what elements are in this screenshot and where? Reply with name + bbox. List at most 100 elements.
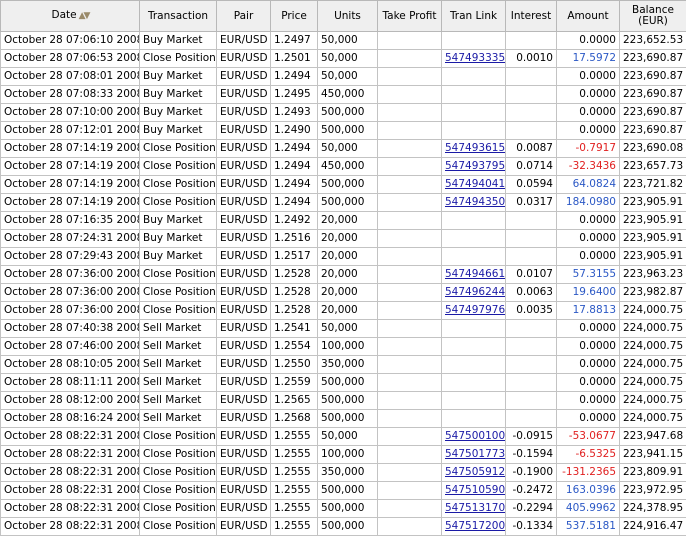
table-row[interactable]: October 28 07:06:53 2008 Close Position EU… bbox=[0, 49, 686, 68]
cell-take-profit bbox=[377, 517, 442, 536]
cell-amount: 163.0396 bbox=[556, 481, 620, 500]
cell-balance: 223,982.87 bbox=[619, 283, 686, 302]
cell-transaction: Close Position bbox=[139, 517, 217, 536]
amount-value: -131.2365 bbox=[562, 466, 616, 478]
table-row[interactable]: October 28 08:11:11 2008 Sell Market EUR/U… bbox=[0, 373, 686, 392]
cell-interest: -0.1594 bbox=[505, 445, 557, 464]
table-row[interactable]: October 28 08:12:00 2008 Sell Market EUR/U… bbox=[0, 391, 686, 410]
table-row[interactable]: October 28 07:08:01 2008 Buy Market EUR/US… bbox=[0, 67, 686, 86]
tran-link[interactable]: 547493795 bbox=[445, 160, 505, 172]
amount-value: 0.0000 bbox=[579, 232, 616, 244]
cell-price: 1.2497 bbox=[270, 31, 318, 50]
table-row[interactable]: October 28 07:29:43 2008 Buy Market EUR/US… bbox=[0, 247, 686, 266]
table-row[interactable]: October 28 08:22:31 2008 Close Position EU… bbox=[0, 463, 686, 482]
table-row[interactable]: October 28 07:14:19 2008 Close Position EU… bbox=[0, 193, 686, 212]
cell-transaction: Close Position bbox=[139, 427, 217, 446]
cell-take-profit bbox=[377, 409, 442, 428]
table-row[interactable]: October 28 08:22:31 2008 Close Position EU… bbox=[0, 445, 686, 464]
table-row[interactable]: October 28 08:22:31 2008 Close Position EU… bbox=[0, 427, 686, 446]
amount-value: -32.3436 bbox=[568, 160, 616, 172]
column-header-pair[interactable]: Pair bbox=[216, 0, 271, 32]
column-header-interest[interactable]: Interest bbox=[505, 0, 557, 32]
table-row[interactable]: October 28 07:06:10 2008 Buy Market EUR/US… bbox=[0, 31, 686, 50]
column-header-tran-link[interactable]: Tran Link bbox=[441, 0, 506, 32]
tran-link[interactable]: 547496244 bbox=[445, 286, 505, 298]
tran-link[interactable]: 547493335 bbox=[445, 52, 505, 64]
table-row[interactable]: October 28 07:10:00 2008 Buy Market EUR/US… bbox=[0, 103, 686, 122]
table-row[interactable]: October 28 07:14:19 2008 Close Position EU… bbox=[0, 139, 686, 158]
cell-price: 1.2494 bbox=[270, 157, 318, 176]
tran-link[interactable]: 547494041 bbox=[445, 178, 505, 190]
table-row[interactable]: October 28 07:46:00 2008 Sell Market EUR/U… bbox=[0, 337, 686, 356]
cell-pair: EUR/USD bbox=[216, 499, 271, 518]
cell-balance: 223,652.53 bbox=[619, 31, 686, 50]
cell-take-profit bbox=[377, 301, 442, 320]
tran-link[interactable]: 547500100 bbox=[445, 430, 505, 442]
cell-price: 1.2493 bbox=[270, 103, 318, 122]
cell-take-profit bbox=[377, 175, 442, 194]
table-row[interactable]: October 28 08:22:31 2008 Close Position EU… bbox=[0, 499, 686, 518]
table-row[interactable]: October 28 07:40:38 2008 Sell Market EUR/U… bbox=[0, 319, 686, 338]
cell-units: 500,000 bbox=[317, 103, 378, 122]
table-row[interactable]: October 28 08:10:05 2008 Sell Market EUR/U… bbox=[0, 355, 686, 374]
tran-link[interactable]: 547513170 bbox=[445, 502, 505, 514]
table-row[interactable]: October 28 07:12:01 2008 Buy Market EUR/US… bbox=[0, 121, 686, 140]
cell-date: October 28 08:10:05 2008 bbox=[0, 355, 140, 374]
tran-link[interactable]: 547494661 bbox=[445, 268, 505, 280]
column-header-amount[interactable]: Amount bbox=[556, 0, 620, 32]
cell-price: 1.2494 bbox=[270, 175, 318, 194]
cell-price: 1.2554 bbox=[270, 337, 318, 356]
table-row[interactable]: October 28 07:14:19 2008 Close Position EU… bbox=[0, 175, 686, 194]
column-header-balance[interactable]: Balance (EUR) bbox=[619, 0, 686, 32]
cell-interest bbox=[505, 211, 557, 230]
cell-tran-link bbox=[441, 409, 506, 428]
cell-transaction: Sell Market bbox=[139, 409, 217, 428]
tran-link[interactable]: 547510590 bbox=[445, 484, 505, 496]
column-header-take-profit[interactable]: Take Profit bbox=[377, 0, 442, 32]
table-row[interactable]: October 28 08:22:31 2008 Close Position EU… bbox=[0, 481, 686, 500]
cell-interest: -0.2472 bbox=[505, 481, 557, 500]
cell-units: 500,000 bbox=[317, 409, 378, 428]
table-row[interactable]: October 28 08:16:24 2008 Sell Market EUR/U… bbox=[0, 409, 686, 428]
table-row[interactable]: October 28 07:08:33 2008 Buy Market EUR/US… bbox=[0, 85, 686, 104]
cell-price: 1.2528 bbox=[270, 283, 318, 302]
cell-date: October 28 07:06:53 2008 bbox=[0, 49, 140, 68]
cell-transaction: Close Position bbox=[139, 463, 217, 482]
cell-units: 20,000 bbox=[317, 229, 378, 248]
table-row[interactable]: October 28 08:22:31 2008 Close Position EU… bbox=[0, 517, 686, 536]
amount-value: -6.5325 bbox=[575, 448, 616, 460]
cell-price: 1.2516 bbox=[270, 229, 318, 248]
table-row[interactable]: October 28 07:36:00 2008 Close Position EU… bbox=[0, 301, 686, 320]
cell-interest bbox=[505, 121, 557, 140]
table-row[interactable]: October 28 07:16:35 2008 Buy Market EUR/US… bbox=[0, 211, 686, 230]
cell-tran-link bbox=[441, 229, 506, 248]
column-header-date[interactable]: Date ▲▼ bbox=[0, 0, 140, 32]
table-row[interactable]: October 28 07:24:31 2008 Buy Market EUR/US… bbox=[0, 229, 686, 248]
table-row[interactable]: October 28 07:14:19 2008 Close Position EU… bbox=[0, 157, 686, 176]
cell-amount: 0.0000 bbox=[556, 229, 620, 248]
cell-price: 1.2555 bbox=[270, 517, 318, 536]
column-header-units[interactable]: Units bbox=[317, 0, 378, 32]
cell-amount: -6.5325 bbox=[556, 445, 620, 464]
amount-value: 0.0000 bbox=[579, 88, 616, 100]
sort-arrows-icon[interactable]: ▲▼ bbox=[79, 11, 91, 21]
tran-link[interactable]: 547497976 bbox=[445, 304, 505, 316]
column-header-price[interactable]: Price bbox=[270, 0, 318, 32]
table-row[interactable]: October 28 07:36:00 2008 Close Position EU… bbox=[0, 265, 686, 284]
cell-pair: EUR/USD bbox=[216, 481, 271, 500]
table-row[interactable]: October 28 07:36:00 2008 Close Position EU… bbox=[0, 283, 686, 302]
tran-link[interactable]: 547505912 bbox=[445, 466, 505, 478]
cell-date: October 28 07:10:00 2008 bbox=[0, 103, 140, 122]
cell-transaction: Buy Market bbox=[139, 103, 217, 122]
cell-units: 20,000 bbox=[317, 301, 378, 320]
tran-link[interactable]: 547517200 bbox=[445, 520, 505, 532]
cell-pair: EUR/USD bbox=[216, 301, 271, 320]
amount-value: 0.0000 bbox=[579, 394, 616, 406]
cell-pair: EUR/USD bbox=[216, 49, 271, 68]
tran-link[interactable]: 547501773 bbox=[445, 448, 505, 460]
cell-balance: 224,000.75 bbox=[619, 301, 686, 320]
column-header-transaction[interactable]: Transaction bbox=[139, 0, 217, 32]
tran-link[interactable]: 547493615 bbox=[445, 142, 505, 154]
tran-link[interactable]: 547494350 bbox=[445, 196, 505, 208]
cell-take-profit bbox=[377, 265, 442, 284]
